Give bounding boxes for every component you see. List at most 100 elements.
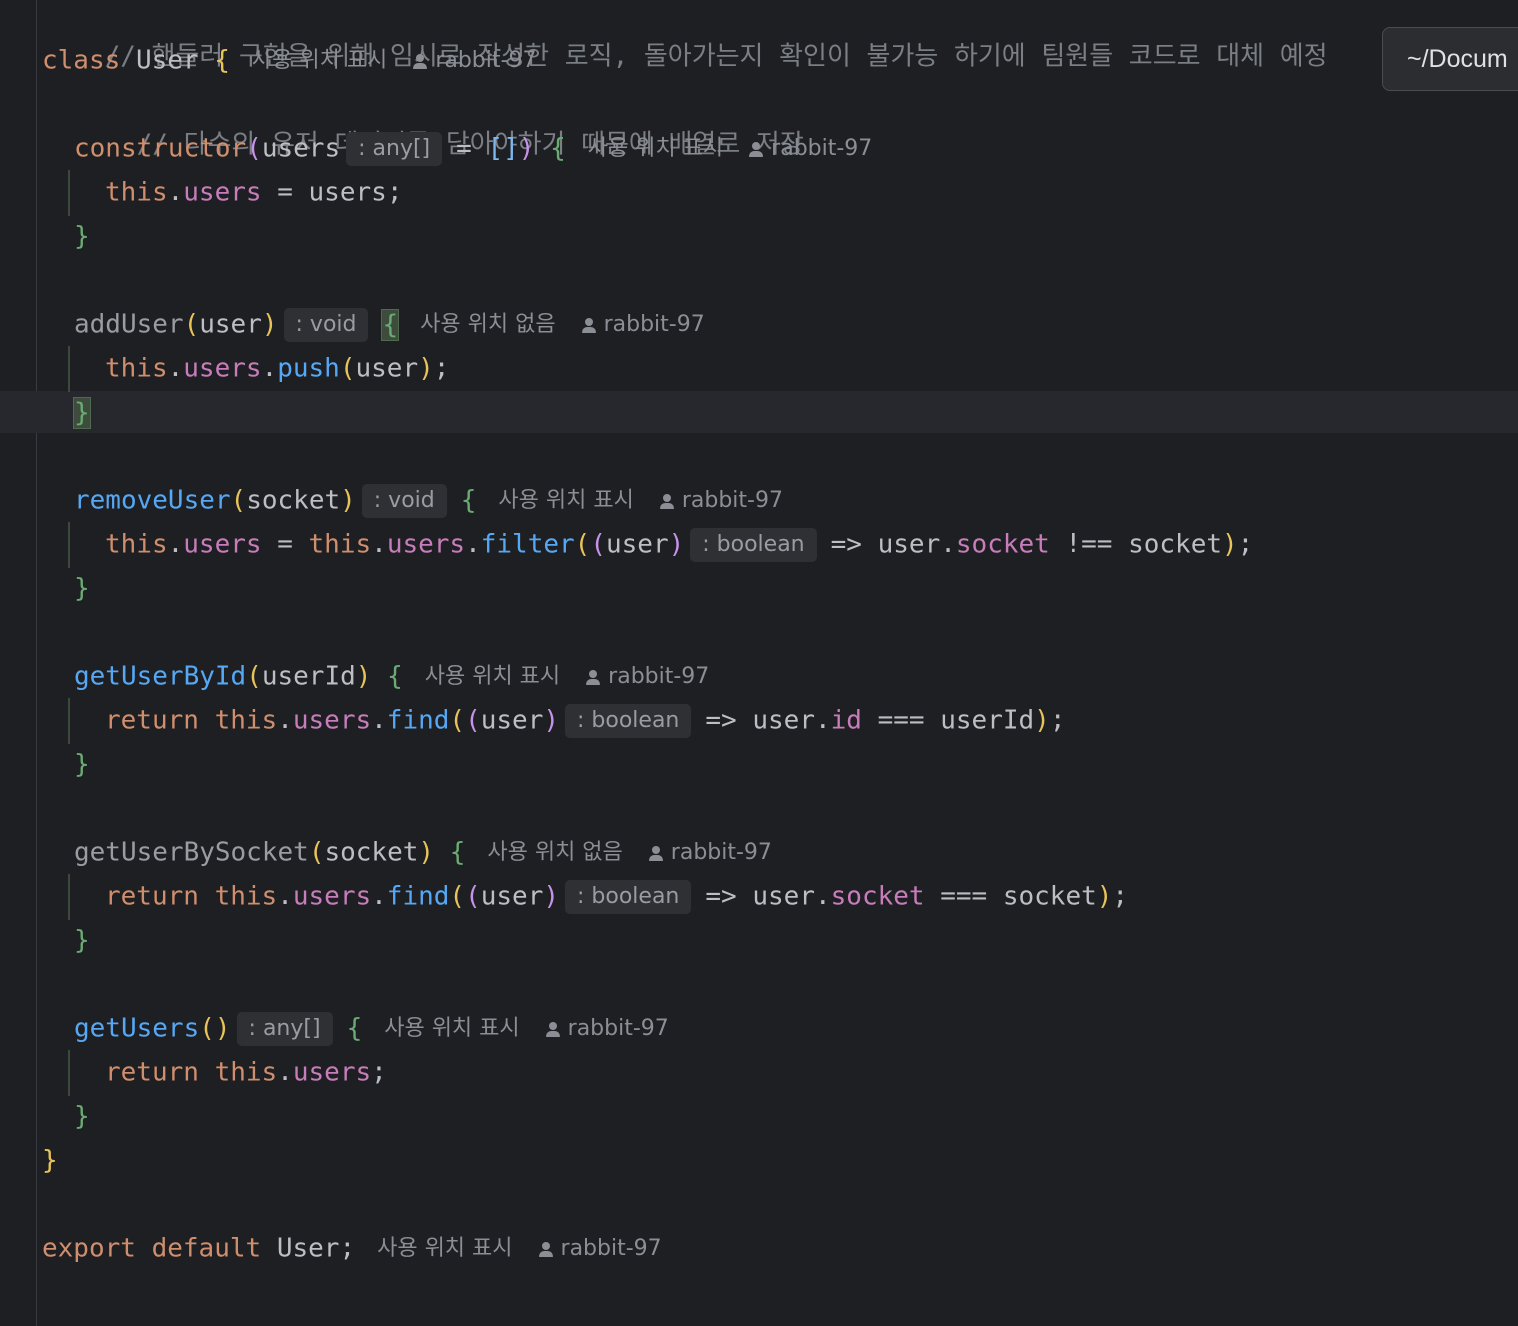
author-lens[interactable]: rabbit-97 <box>545 1015 669 1041</box>
author-lens[interactable]: rabbit-97 <box>413 48 536 73</box>
brace: { <box>346 1013 363 1044</box>
code-line[interactable]: getUserById(userId) {사용 위치 표시 rabbit-97 <box>74 656 709 696</box>
operator: = <box>456 133 472 164</box>
paren: ( <box>449 705 466 736</box>
param: socket <box>324 837 419 868</box>
paren: ) <box>355 661 372 692</box>
brace: { <box>550 133 566 164</box>
paren: ) <box>543 705 560 736</box>
keyword: this <box>105 353 168 384</box>
author-name: rabbit-97 <box>681 487 783 513</box>
code-line[interactable]: // 다수의 유저 데이터를 담아야하기 때문에 배열로 저장 <box>74 84 804 160</box>
code-line[interactable]: } <box>74 568 90 608</box>
author-name: rabbit-97 <box>670 839 772 865</box>
code-line[interactable]: return this.users; <box>105 1052 387 1092</box>
property: id <box>830 705 862 736</box>
author-lens[interactable]: rabbit-97 <box>581 311 705 337</box>
method-name: getUserById <box>74 661 247 692</box>
person-icon <box>538 1241 553 1257</box>
person-icon <box>581 317 596 333</box>
paren: ) <box>1096 881 1113 912</box>
bracket: [] <box>487 133 519 164</box>
param: user <box>480 881 544 912</box>
author-lens[interactable]: rabbit-97 <box>659 487 783 513</box>
brace: } <box>74 573 90 604</box>
author-name: rabbit-97 <box>603 311 705 337</box>
identifier: user <box>355 353 419 384</box>
code-line[interactable]: this.users = users; <box>105 172 402 212</box>
paren: ( <box>246 661 262 692</box>
property: users <box>183 353 262 384</box>
indent-guide <box>68 1050 70 1096</box>
usages-link[interactable]: 사용 위치 없음 <box>420 312 555 337</box>
author-lens[interactable]: rabbit-97 <box>749 136 872 161</box>
code-line[interactable]: } <box>74 920 90 960</box>
paren: ) <box>1034 705 1050 736</box>
code-line[interactable]: removeUser(socket): void {사용 위치 표시 rabbit-… <box>74 480 783 520</box>
tooltip-path: ~/Docum <box>1407 45 1508 73</box>
code-line[interactable]: class User {사용 위치 표시 rabbit-97 <box>42 40 536 80</box>
method-call: find <box>386 705 450 736</box>
keyword: return <box>105 1057 199 1088</box>
brace: } <box>74 749 90 780</box>
author-name: rabbit-97 <box>435 47 537 73</box>
editor-gutter-divider <box>36 0 37 1326</box>
author-lens[interactable]: rabbit-97 <box>538 1236 662 1261</box>
usages-link[interactable]: 사용 위치 표시 <box>425 664 560 689</box>
person-icon <box>648 845 663 861</box>
code-line[interactable]: getUsers(): any[] { 사용 위치 표시 rabbit-97 <box>74 1008 669 1048</box>
type-hint: : any[] <box>236 1011 333 1046</box>
code-line[interactable]: addUser(user): void {사용 위치 없음 rabbit-97 <box>74 304 705 344</box>
code-line[interactable]: this.users.push(user); <box>105 348 449 388</box>
code-line[interactable]: } <box>74 216 90 256</box>
param: user <box>199 309 262 340</box>
code-line[interactable]: // 핸들러 구현을 위해 임시로 작성한 로직, 돌아가는지 확인이 불가능 … <box>42 0 1328 72</box>
identifier: User <box>276 1233 340 1264</box>
usages-link[interactable]: 사용 위치 표시 <box>252 48 387 73</box>
author-lens[interactable]: rabbit-97 <box>586 664 709 689</box>
brace: { <box>387 661 403 692</box>
property: socket <box>830 881 925 912</box>
code-line[interactable]: } <box>42 1140 58 1180</box>
author-lens[interactable]: rabbit-97 <box>648 839 772 865</box>
type-hint: : boolean <box>565 703 692 738</box>
usages-link[interactable]: 사용 위치 표시 <box>498 488 633 513</box>
param: socket <box>246 485 341 516</box>
property: users <box>292 705 372 736</box>
code-line[interactable]: this.users = this.users.filter((user): b… <box>105 524 1253 564</box>
code-line[interactable]: getUserBySocket(socket) {사용 위치 없음 rabbit-… <box>74 832 772 872</box>
code-line[interactable]: } <box>74 744 90 784</box>
author-name: rabbit-97 <box>567 1015 669 1041</box>
paren: ( <box>339 353 356 384</box>
paren: ) <box>261 309 278 340</box>
code-line[interactable]: return this.users.find((user): boolean =>… <box>105 876 1128 916</box>
indent-guide <box>68 522 70 568</box>
type-hint: : void <box>283 307 369 342</box>
operator: => <box>705 881 737 912</box>
method-name: addUser <box>74 309 184 340</box>
paren: ) <box>543 881 560 912</box>
paren: ) <box>418 353 434 384</box>
code-line[interactable]: export default User; 사용 위치 표시 rabbit-97 <box>42 1228 662 1268</box>
code-line[interactable]: constructor(users: any[] = []) {사용 위치 표시 r… <box>74 128 872 168</box>
identifier: user <box>752 705 815 736</box>
paren: () <box>199 1013 231 1044</box>
identifier: user <box>877 529 941 560</box>
usages-link[interactable]: 사용 위치 표시 <box>384 1016 519 1041</box>
method-name: getUsers <box>74 1013 200 1044</box>
param: user <box>605 529 669 560</box>
usages-link[interactable]: 사용 위치 표시 <box>588 136 723 161</box>
class-name: User <box>135 45 199 76</box>
code-line[interactable]: } <box>73 392 91 432</box>
path-tooltip: ~/Docum <box>1382 27 1518 91</box>
identifier: socket <box>1002 881 1097 912</box>
type-hint: : boolean <box>690 527 817 562</box>
usages-link[interactable]: 사용 위치 표시 <box>377 1236 512 1261</box>
method-call: push <box>277 353 340 384</box>
code-line[interactable]: } <box>74 1096 90 1136</box>
usages-link[interactable]: 사용 위치 없음 <box>487 840 622 865</box>
method-name: removeUser <box>74 485 231 516</box>
brace: } <box>42 1145 58 1176</box>
brace: } <box>74 1101 90 1132</box>
code-line[interactable]: return this.users.find((user): boolean =>… <box>105 700 1065 740</box>
